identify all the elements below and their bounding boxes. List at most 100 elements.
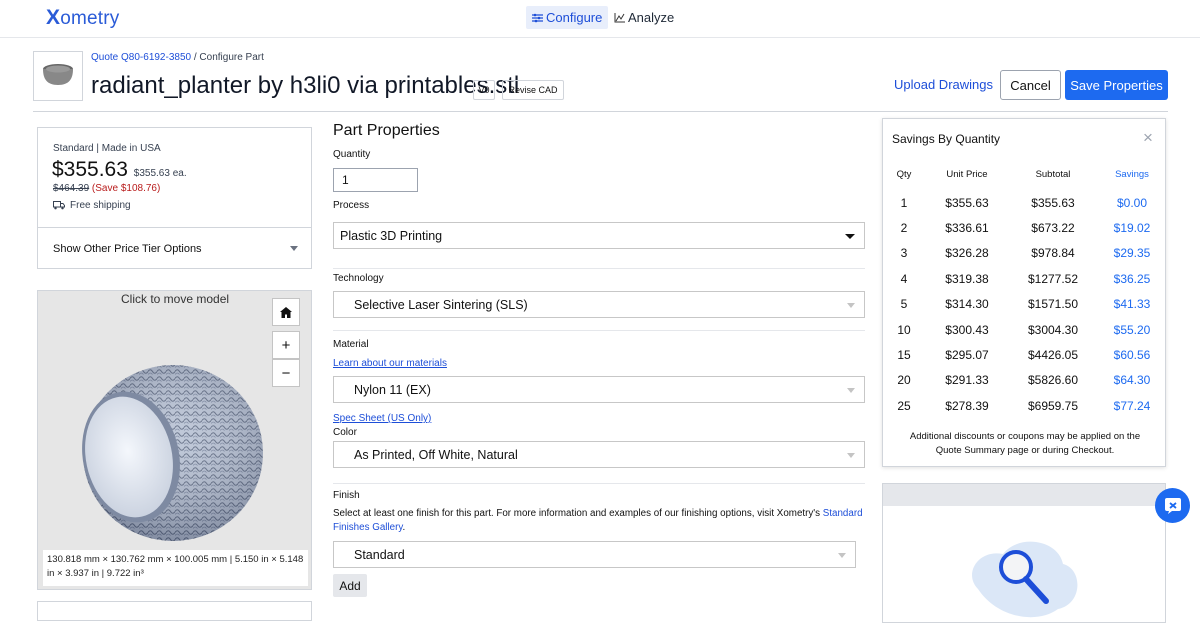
savings-cell: $36.25	[1113, 271, 1151, 286]
savings-cell: $60.56	[1113, 348, 1151, 363]
chevron-down-icon	[847, 303, 855, 308]
analyze-chart-icon	[614, 12, 625, 22]
divider	[333, 483, 865, 484]
price-card: Standard | Made in USA $355.63 $355.63 e…	[37, 127, 312, 269]
process-select[interactable]: Plastic 3D Printing	[333, 222, 865, 249]
show-price-tiers-toggle[interactable]: Show Other Price Tier Options	[53, 243, 202, 255]
finish-end: .	[402, 522, 406, 533]
unit-price-cell: $291.33	[945, 373, 989, 388]
col-savings: Savings	[1115, 169, 1149, 180]
table-row: 4 $319.38 $1277.52 $36.25	[883, 266, 1167, 291]
left-lower-card	[37, 601, 312, 621]
upload-drawings-link[interactable]: Upload Drawings	[894, 77, 993, 92]
divider	[333, 268, 865, 269]
close-icon[interactable]: ×	[1143, 129, 1153, 146]
col-qty: Qty	[896, 169, 912, 180]
material-value: Nylon 11 (EX)	[354, 382, 431, 397]
qty-cell: 4	[900, 271, 908, 286]
tab-configure[interactable]: Configure	[526, 6, 609, 29]
lower-right-card	[882, 483, 1166, 623]
finish-text: Select at least one finish for this part…	[333, 508, 823, 519]
subtotal-cell: $1571.50	[1027, 297, 1079, 312]
tab-analyze[interactable]: Analyze	[608, 6, 680, 29]
table-row: 5 $314.30 $1571.50 $41.33	[883, 292, 1167, 317]
model-dimensions: 130.818 mm × 130.762 mm × 100.005 mm | 5…	[43, 550, 308, 586]
material-select[interactable]: Nylon 11 (EX)	[333, 376, 865, 403]
finish-value: Standard	[354, 547, 405, 562]
subtotal-cell: $3004.30	[1027, 322, 1079, 337]
breadcrumb-quote-link[interactable]: Quote Q80-6192-3850	[91, 52, 191, 63]
table-row: 3 $326.28 $978.84 $29.35	[883, 241, 1167, 266]
material-label: Material	[333, 339, 369, 350]
price-tier-label: Standard | Made in USA	[53, 143, 161, 154]
qty-cell: 3	[900, 246, 908, 261]
learn-materials-link[interactable]: Learn about our materials	[333, 358, 447, 369]
shipping-label: Free shipping	[70, 200, 131, 211]
add-finish-button[interactable]: Add	[333, 574, 367, 597]
savings-table: Qty Unit Price Subtotal Savings 1 $355.63…	[883, 169, 1167, 419]
table-row: 10 $300.43 $3004.30 $55.20	[883, 317, 1167, 342]
color-value: As Printed, Off White, Natural	[354, 447, 518, 462]
shipping-info: Free shipping	[53, 200, 131, 211]
chevron-down-icon[interactable]	[290, 246, 298, 251]
savings-panel: Savings By Quantity × Qty Unit Price Sub…	[882, 118, 1166, 467]
tab-configure-label: Configure	[546, 10, 603, 25]
subtotal-cell: $355.63	[1031, 195, 1075, 210]
chevron-down-icon	[838, 553, 846, 558]
savings-cell: $55.20	[1113, 322, 1151, 337]
subtotal-cell: $6959.75	[1027, 398, 1079, 413]
qty-cell: 1	[900, 195, 908, 210]
part-properties-heading: Part Properties	[333, 122, 440, 139]
revise-cad-button[interactable]: Revise CAD	[502, 80, 564, 100]
subtotal-cell: $673.22	[1031, 221, 1075, 236]
quantity-input[interactable]: 1	[333, 168, 418, 192]
color-label: Color	[333, 427, 357, 438]
viewer-hint: Click to move model	[121, 292, 230, 306]
qty-cell: 2	[900, 221, 908, 236]
save-properties-button[interactable]: Save Properties	[1065, 70, 1168, 100]
chat-icon	[1164, 497, 1181, 514]
unit-price-cell: $326.28	[945, 246, 989, 261]
tab-analyze-label: Analyze	[628, 10, 675, 25]
save-amount: (Save $108.76)	[89, 183, 161, 194]
chat-support-button[interactable]	[1155, 488, 1190, 523]
finish-label: Finish	[333, 490, 360, 501]
table-row: 2 $336.61 $673.22 $19.02	[883, 215, 1167, 240]
unit-price-cell: $300.43	[945, 322, 989, 337]
qty-cell: 15	[897, 348, 911, 363]
technology-label: Technology	[333, 273, 384, 284]
color-select[interactable]: As Printed, Off White, Natural	[333, 441, 865, 468]
chevron-down-icon	[845, 234, 855, 239]
old-price: $464.39	[53, 183, 90, 194]
spec-sheet-link[interactable]: Spec Sheet (US Only)	[333, 413, 431, 424]
finish-select[interactable]: Standard	[333, 541, 856, 568]
zoom-out-button[interactable]: −	[272, 359, 300, 387]
price-each: $355.63 ea.	[133, 168, 187, 179]
technology-select[interactable]: Selective Laser Sintering (SLS)	[333, 291, 865, 318]
subtotal-cell: $4426.05	[1027, 348, 1079, 363]
xometry-logo[interactable]: Xometry	[46, 6, 120, 30]
logo-text: ometry	[60, 8, 120, 29]
cancel-button[interactable]: Cancel	[1000, 70, 1061, 100]
zoom-in-button[interactable]: +	[272, 331, 300, 359]
home-view-button[interactable]	[272, 298, 300, 326]
quantity-label: Quantity	[333, 149, 371, 160]
table-row: 20 $291.33 $5826.60 $64.30	[883, 368, 1167, 393]
model-viewer[interactable]: Click to move model + − 130.818 mm × 130…	[37, 290, 312, 590]
price-total: $355.63	[52, 158, 128, 181]
qty-cell: 10	[897, 322, 911, 337]
table-row: 15 $295.07 $4426.05 $60.56	[883, 342, 1167, 367]
col-unit-price: Unit Price	[946, 169, 988, 180]
subtotal-cell: $5826.60	[1027, 373, 1079, 388]
version-badge: V0	[473, 80, 495, 100]
page-title: radiant_planter by h3li0 via printables.…	[91, 72, 520, 99]
subtotal-cell: $1277.52	[1027, 271, 1079, 286]
savings-cell: $0.00	[1116, 195, 1148, 210]
planter-model	[82, 365, 263, 541]
unit-price-cell: $355.63	[945, 195, 989, 210]
price-discount: $464.39 (Save $108.76)	[53, 183, 160, 194]
total-price: $355.63 $355.63 ea.	[52, 158, 187, 182]
savings-cell: $41.33	[1113, 297, 1151, 312]
breadcrumb-current: / Configure Part	[191, 52, 264, 63]
top-nav: Xometry Configure Analyze	[0, 0, 1200, 38]
